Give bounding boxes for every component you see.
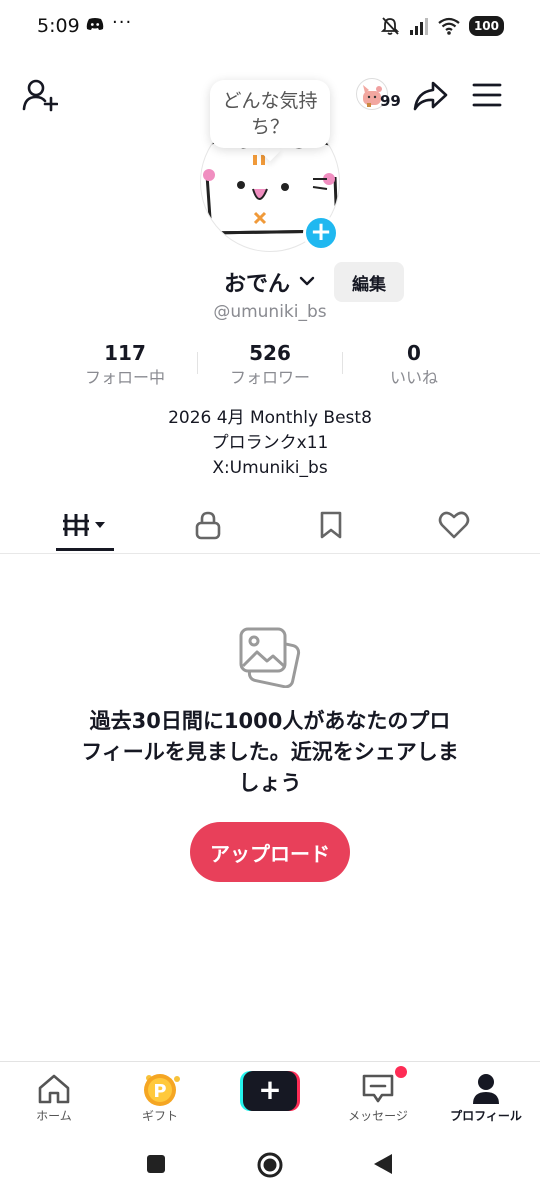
empty-state-message: 過去30日間に1000人があなたのプロフィールを見ました。近況をシェアしましょう [81, 709, 459, 795]
bio-line: 2026 4月 Monthly Best8 [168, 408, 372, 428]
tab-saved[interactable] [301, 508, 361, 542]
nav-messages-label: メッセージ [348, 1109, 408, 1123]
notification-dot [395, 1066, 407, 1078]
heart-icon [438, 511, 470, 539]
username-handle: @umuniki_bs [213, 302, 327, 322]
stat-followers[interactable]: 526 フォロワー [200, 340, 340, 390]
tab-videos[interactable] [55, 508, 115, 542]
nav-profile[interactable]: プロフィール [436, 1070, 536, 1124]
nav-gift-label: ギフト [141, 1109, 178, 1123]
profile-icon [473, 1074, 499, 1104]
chevron-down-icon[interactable] [298, 272, 316, 290]
tab-liked[interactable] [424, 508, 484, 542]
stat-following-count: 117 [104, 341, 146, 365]
stat-divider [197, 352, 198, 374]
back-triangle-icon[interactable] [372, 1152, 394, 1176]
home-circle-icon[interactable] [256, 1151, 284, 1179]
discord-icon [86, 18, 104, 30]
message-icon [362, 1074, 394, 1103]
share-icon[interactable] [412, 80, 448, 112]
add-story-plus-icon[interactable]: + [303, 215, 339, 251]
name-row: おでん 編集 [0, 262, 540, 302]
tab-private[interactable] [178, 508, 238, 542]
stat-followers-count: 526 [249, 341, 291, 365]
plus-icon: + [243, 1071, 297, 1111]
status-indicators: 100 [380, 16, 504, 36]
nav-messages[interactable]: メッセージ [328, 1070, 428, 1124]
nav-home[interactable]: ホーム [4, 1070, 104, 1124]
tab-active-indicator [56, 548, 114, 551]
wifi-icon [438, 17, 460, 35]
recents-icon[interactable] [146, 1154, 166, 1174]
photo-gallery-icon [239, 627, 301, 688]
add-friend-icon[interactable] [22, 78, 58, 112]
edit-profile-button[interactable]: 編集 [334, 262, 404, 302]
create-button[interactable]: + [240, 1071, 300, 1111]
grid-filter-icon [63, 514, 105, 536]
bottom-nav: ホーム P ギフト + メッセージ プロフィール [0, 1061, 540, 1135]
lock-icon [195, 511, 221, 540]
stat-following-label: フォロー中 [84, 368, 165, 387]
status-more-icon: ··· [112, 12, 133, 33]
nav-profile-label: プロフィール [450, 1109, 522, 1123]
display-name[interactable]: おでん [224, 266, 290, 298]
mood-bubble[interactable]: どんな気持ち？ [210, 80, 330, 148]
system-nav-bar [0, 1135, 540, 1200]
profile-tabs [0, 500, 540, 554]
menu-icon[interactable] [472, 82, 502, 108]
stat-likes[interactable]: 0 いいね [344, 340, 484, 390]
daily-status-badge[interactable]: 99 [356, 78, 404, 112]
signal-icon [409, 18, 428, 35]
nav-gift[interactable]: P ギフト [110, 1070, 210, 1124]
stat-likes-label: いいね [389, 368, 438, 387]
status-bar: 5:09 ··· 100 [0, 0, 540, 56]
bookmark-icon [320, 511, 342, 539]
upload-button[interactable]: アップロード [190, 822, 350, 882]
stat-divider [342, 352, 343, 374]
status-time: 5:09 [37, 15, 80, 37]
stat-following[interactable]: 117 フォロー中 [55, 340, 195, 390]
svg-text:P: P [153, 1081, 166, 1102]
profile-bio: 2026 4月 Monthly Best8 プロランクx11 X:Umuniki… [0, 406, 540, 481]
bio-line: X:Umuniki_bs [212, 458, 328, 478]
battery-indicator: 100 [468, 16, 504, 36]
gift-coin-icon: P [144, 1074, 180, 1106]
stat-likes-count: 0 [407, 341, 421, 365]
stat-followers-label: フォロワー [229, 368, 310, 387]
home-icon [38, 1074, 70, 1104]
bio-line: プロランクx11 [211, 433, 329, 453]
nav-home-label: ホーム [36, 1109, 72, 1123]
bell-off-icon [380, 17, 400, 35]
status-count: 99 [380, 92, 401, 110]
